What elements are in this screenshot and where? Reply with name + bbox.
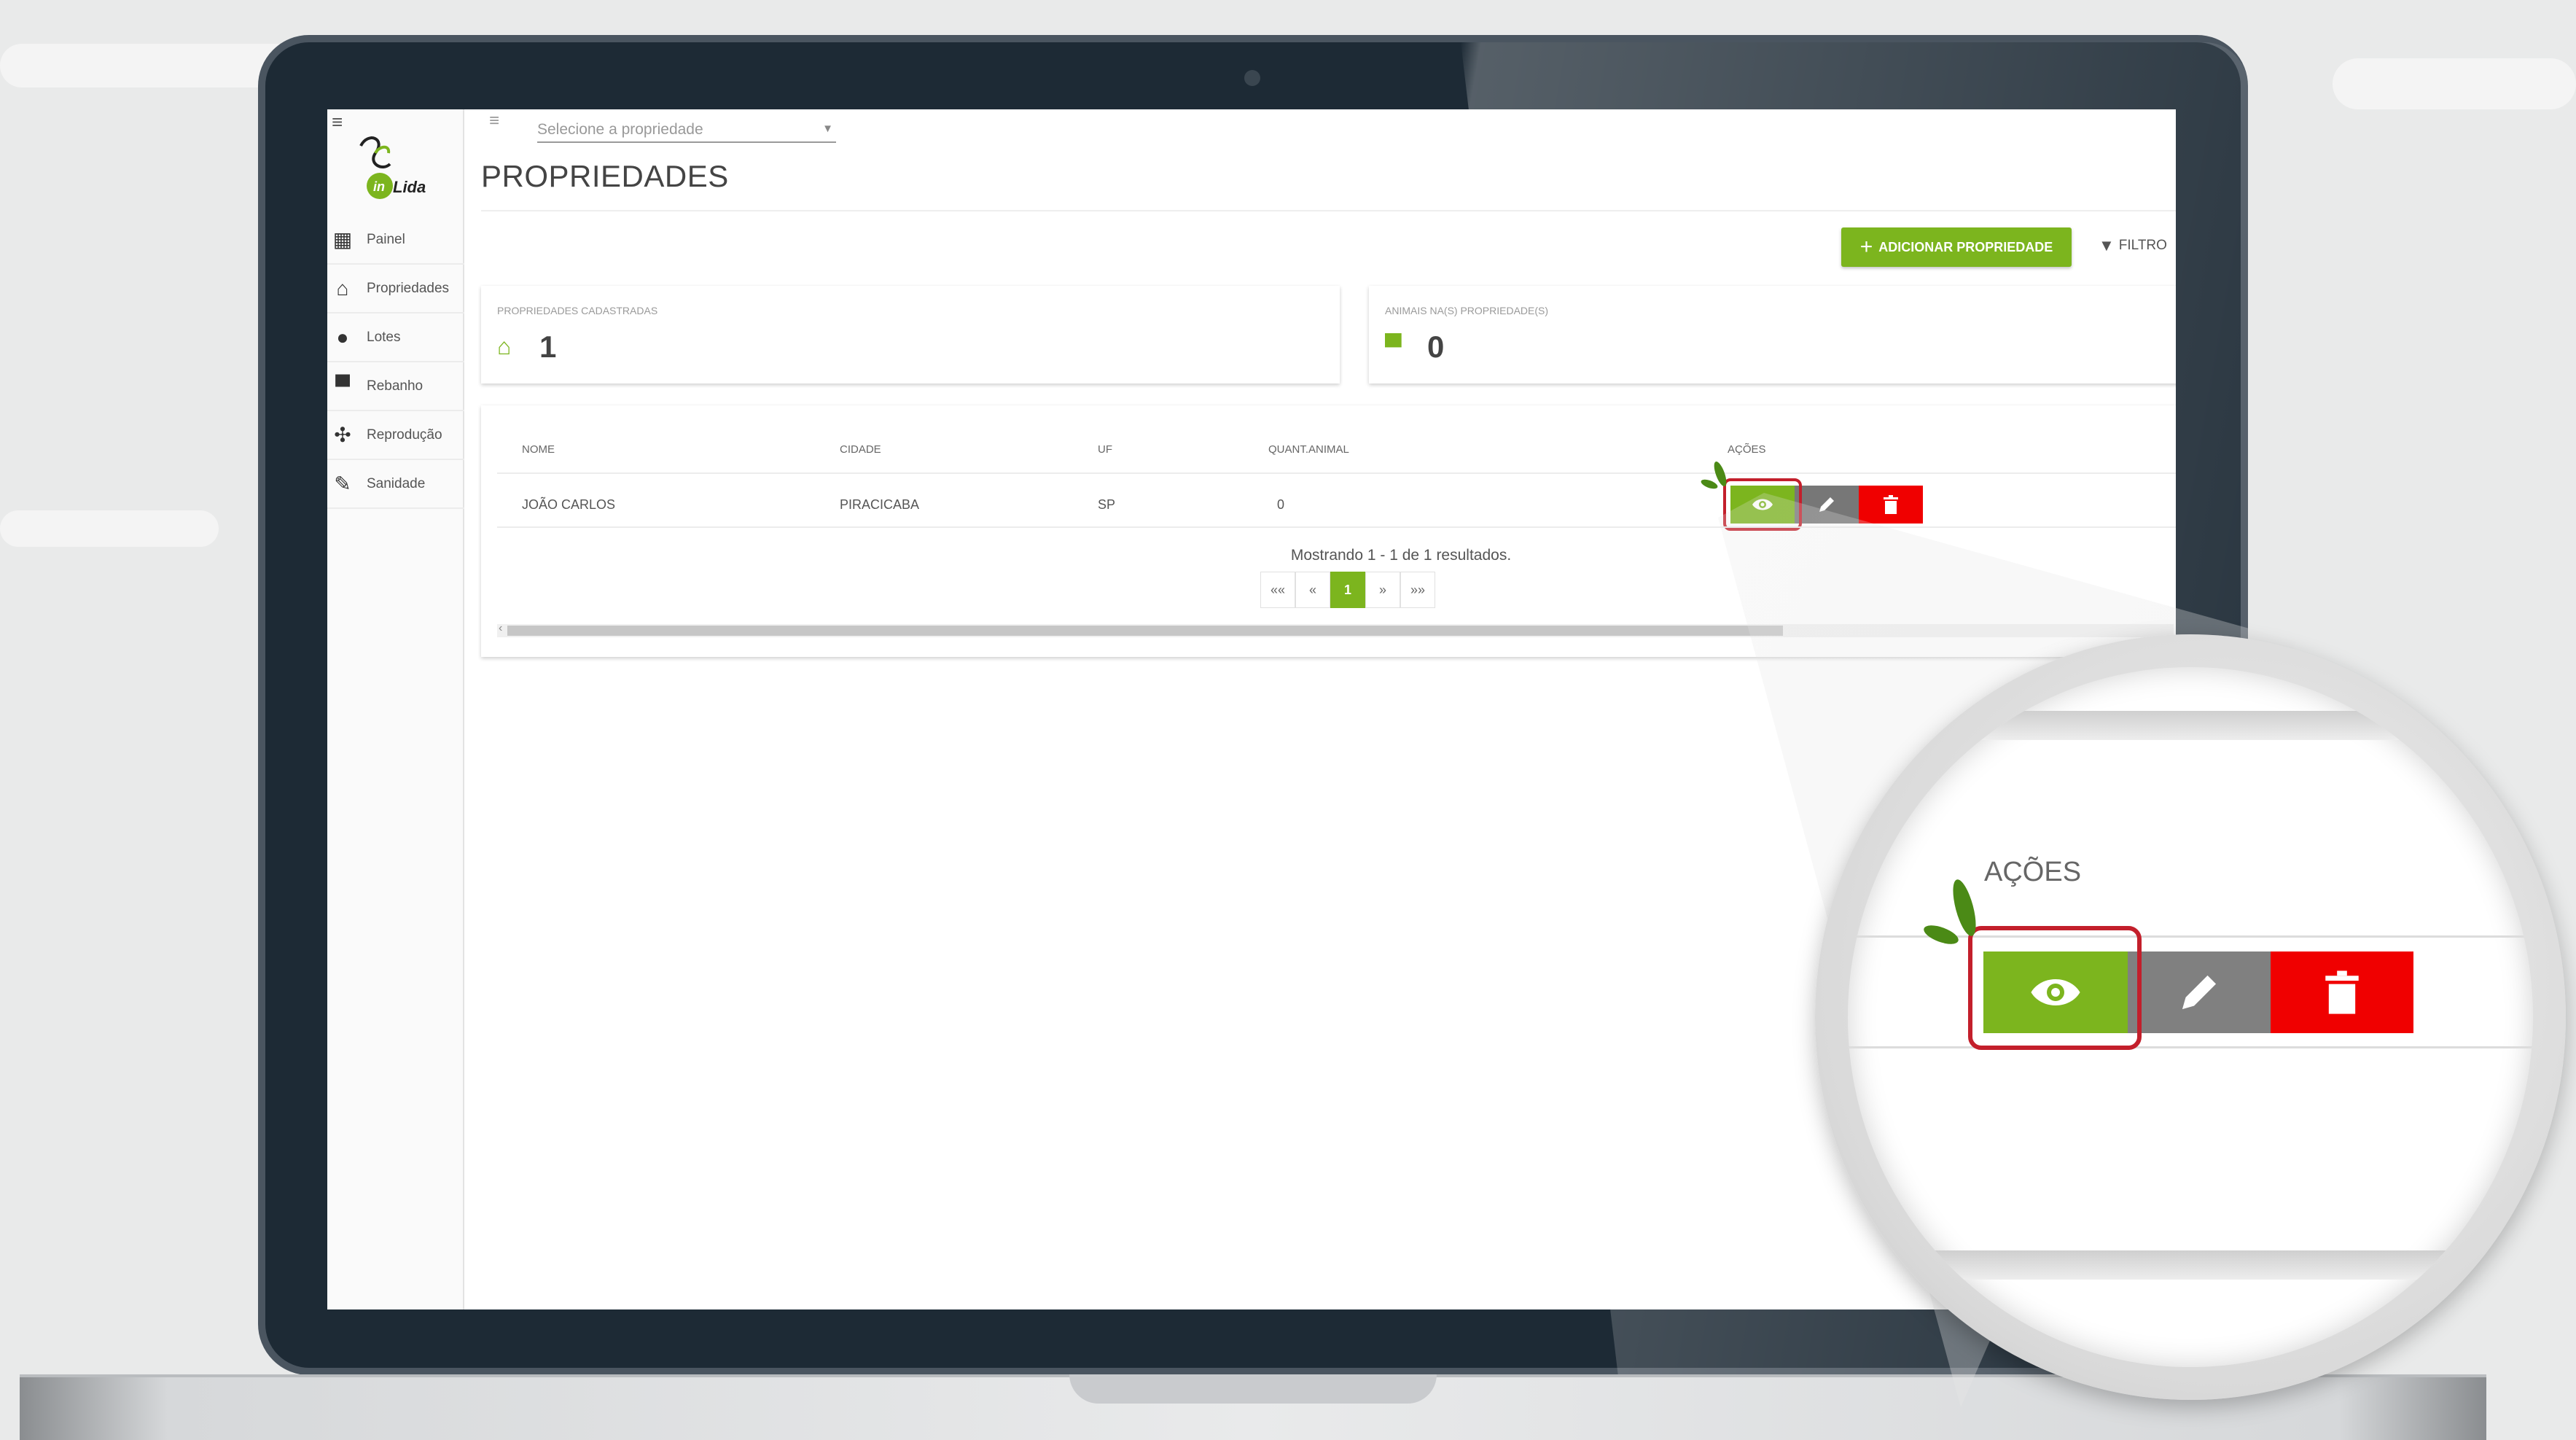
webcam [1244,70,1260,86]
sidebar-item-label: Reprodução [367,427,442,443]
scrollbar-thumb[interactable] [507,626,1783,636]
sidebar-item-reproducao[interactable]: ✣ Reprodução [327,411,464,460]
first-page-button[interactable]: «« [1260,572,1295,608]
leaf-accent [1700,478,1719,491]
filter-icon: ▼ [2099,236,2115,254]
leaf-accent [1948,877,1980,938]
sidebar-item-label: Sanidade [367,475,426,491]
barn-icon: ⌂ [336,276,349,300]
sidebar: ≡ Lida in ▦ Painel ⌂ Propriedades ● Lote… [327,109,464,1309]
add-property-label: ADICIONAR PROPRIEDADE [1878,239,2053,254]
sidebar-item-label: Rebanho [367,378,424,394]
sidebar-item-propriedades[interactable]: ⌂ Propriedades [327,265,464,314]
page-title: PROPRIEDADES [481,159,729,193]
sidebar-item-label: Propriedades [367,280,450,296]
syringe-icon: ✎ [334,472,351,495]
last-page-button[interactable]: »» [1400,572,1435,608]
magnifier-band [1848,1250,2533,1280]
cow-icon: ▀ [335,374,350,397]
trash-icon [1884,495,1898,514]
stat-card-label: PROPRIEDADES CADASTRADAS [497,305,658,316]
sidebar-item-label: Lotes [367,329,401,345]
add-property-button[interactable]: + ADICIONAR PROPRIEDADE [1841,227,2072,267]
stat-card-value: 0 [1427,330,1445,364]
page-button-current[interactable]: 1 [1330,572,1365,608]
laptop-notch [1069,1374,1437,1404]
divider [497,526,2176,528]
divider [481,210,2176,211]
stat-card-value: 1 [539,330,557,364]
cell-cidade: PIRACICABA [840,497,920,512]
magnified-delete-button [2271,951,2413,1033]
sidebar-item-lotes[interactable]: ● Lotes [327,314,464,362]
barn-icon: ⌂ [497,333,512,359]
delete-button[interactable] [1859,486,1923,524]
filter-label: FILTRO [2118,238,2167,253]
cell-nome: JOÃO CARLOS [522,497,616,512]
column-header-nome: NOME [522,443,555,456]
cow-icon: ▀ [1385,333,1402,359]
magnified-highlight-box [1968,926,2142,1050]
paging-summary: Mostrando 1 - 1 de 1 resultados. [1290,547,1512,564]
lots-icon: ● [336,325,349,349]
property-select[interactable]: Selecione a propriedade ▼ [537,115,836,143]
sidebar-item-label: Painel [367,231,405,247]
divider [1848,1046,2533,1048]
secondary-menu-icon[interactable]: ≡ [489,111,499,131]
stat-card-properties: PROPRIEDADES CADASTRADAS ⌂ 1 [481,286,1340,384]
divider [497,472,2176,474]
column-header-cidade: CIDADE [840,443,881,456]
column-header-uf: UF [1098,443,1112,456]
scroll-left-icon[interactable]: ‹ [499,622,502,635]
pagination: «« « 1 » »» [1260,572,1435,608]
magnified-edit-button [2128,951,2271,1033]
next-page-button[interactable]: » [1365,572,1400,608]
magnified-actions-heading: AÇÕES [1984,857,2082,887]
stat-card-animals: ANIMAIS NA(S) PROPRIEDADE(S) ▀ 0 [1369,286,2176,384]
svg-text:in: in [373,179,385,194]
dashboard-icon: ▦ [332,228,353,251]
property-select-placeholder: Selecione a propriedade [537,121,703,138]
leaf-accent [1921,922,1961,948]
filter-button[interactable]: ▼ FILTRO [2099,236,2167,255]
sidebar-item-sanidade[interactable]: ✎ Sanidade [327,460,464,509]
sidebar-item-rebanho[interactable]: ▀ Rebanho [327,362,464,411]
column-header-quant-animal: QUANT.ANIMAL [1268,443,1349,456]
dna-icon: ✣ [334,424,351,446]
prev-page-button[interactable]: « [1295,572,1330,608]
column-header-acoes: AÇÕES [1728,443,1766,456]
cell-uf: SP [1098,497,1116,512]
inlida-logo: Lida in [359,136,426,199]
magnifier-band [1848,711,2533,740]
plus-icon: + [1859,235,1873,259]
menu-toggle-icon[interactable]: ≡ [332,111,343,133]
background-stroke [0,510,219,547]
stat-card-label: ANIMAIS NA(S) PROPRIEDADE(S) [1385,305,1549,316]
trash-icon [2325,970,2359,1014]
chevron-down-icon: ▼ [822,122,833,135]
pencil-icon [2182,975,2217,1010]
sidebar-item-painel[interactable]: ▦ Painel [327,216,464,265]
magnifier-lens: AÇÕES [1848,667,2533,1367]
background-stroke [2333,58,2576,109]
svg-text:Lida: Lida [393,178,426,196]
cell-quant-animal: 0 [1277,497,1285,512]
